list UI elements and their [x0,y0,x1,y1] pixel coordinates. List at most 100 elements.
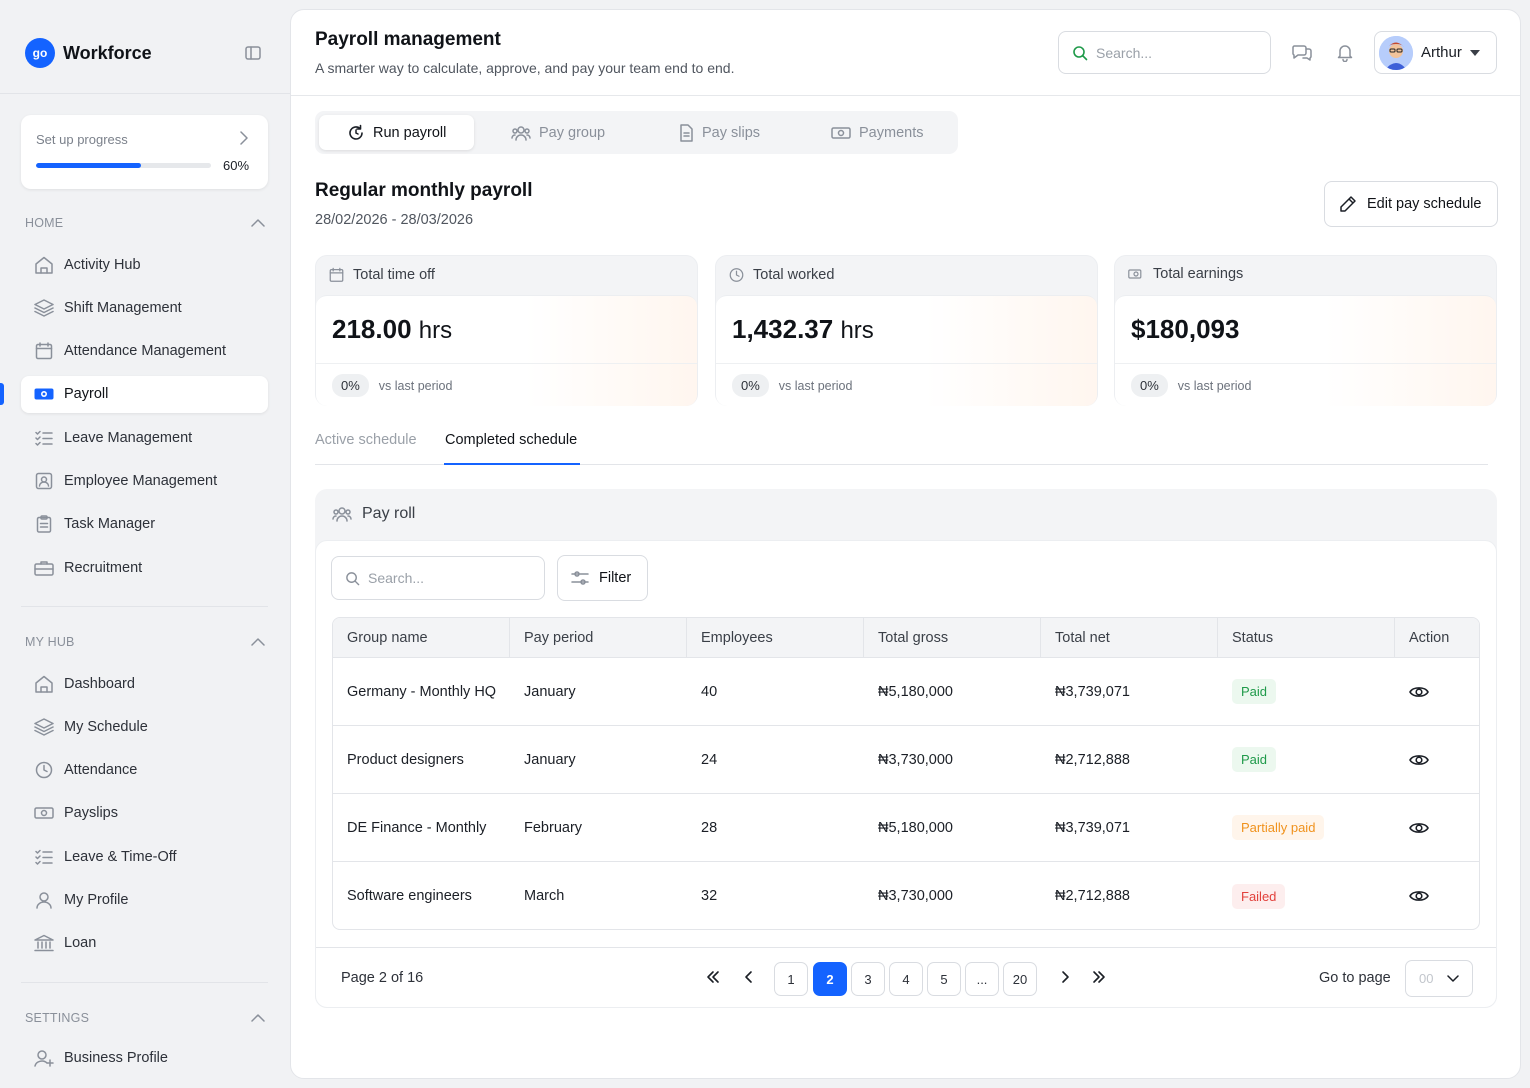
tab-label: Pay slips [702,124,761,141]
cell-group: Germany - Monthly HQ [347,683,497,700]
progress-label: Set up progress [36,132,128,147]
edit-pay-schedule-button[interactable]: Edit pay schedule [1324,181,1498,227]
sidebar-item-attendance-management[interactable]: Attendance Management [21,333,268,370]
user-menu-button[interactable]: Arthur [1374,31,1497,74]
page-button[interactable]: 20 [1003,962,1037,996]
chat-icon[interactable] [1291,42,1313,62]
tab-pay-slips[interactable]: Pay slips [678,115,760,150]
sidebar-divider [21,982,268,983]
page-button[interactable]: 4 [889,962,923,996]
schedule-title: Regular monthly payroll [315,180,533,201]
cell-action [1395,794,1479,861]
filter-button[interactable]: Filter [557,555,648,601]
sidebar-item-payslips[interactable]: Payslips [21,795,268,832]
user-icon [34,891,54,909]
header-divider [291,95,1520,96]
clock-icon [729,266,744,284]
table-search-input[interactable]: Search... [331,556,545,600]
sidebar-item-my-profile[interactable]: My Profile [21,882,268,919]
cell-period: January [524,683,576,700]
global-search-input[interactable]: Search... [1058,31,1271,74]
sidebar-item-label: Leave Management [64,429,193,446]
tab-active-schedule[interactable]: Active schedule [315,432,417,448]
search-icon [345,571,360,586]
sidebar-item-attendance[interactable]: Attendance [21,752,268,789]
sidebar-item-leave-time-off[interactable]: Leave & Time-Off [21,838,268,875]
stat-label: Total earnings [1153,266,1244,282]
first-page-icon[interactable] [706,970,720,984]
column-header: Employees [687,618,864,657]
change-badge: 0% [332,374,369,397]
cell-period: March [524,888,565,904]
sidebar-item-task-manager[interactable]: Task Manager [21,506,268,543]
table-row[interactable]: Software engineers March 32 ₦3,730,000 ₦2,71… [333,862,1479,929]
go-to-page-select[interactable]: 00 [1405,960,1473,997]
sidebar-item-recruitment[interactable]: Recruitment [21,549,268,586]
chevron-right-icon [239,131,249,145]
tab-pay-group[interactable]: Pay group [511,115,605,150]
button-label: Edit pay schedule [1367,196,1482,212]
tab-completed-schedule[interactable]: Completed schedule [445,432,577,448]
sidebar-item-label: Business Profile [64,1049,168,1066]
comparison-label: vs last period [778,378,853,393]
page-title: Payroll management [315,29,501,50]
stat-number: 218.00 [332,314,412,344]
search-placeholder: Search... [1096,44,1153,61]
sidebar-item-leave-management[interactable]: Leave Management [21,419,268,456]
sidebar-item-label: Employee Management [64,473,218,489]
sidebar-item-my-schedule[interactable]: My Schedule [21,708,268,745]
cell-gross: ₦5,180,000 [878,683,953,700]
app-name: Workforce [63,42,152,63]
cell-group: Product designers [347,751,464,768]
page-button[interactable]: 2 [813,962,847,996]
table-row[interactable]: DE Finance - Monthly February 28 ₦5,180,000… [333,794,1479,862]
bell-icon[interactable] [1335,42,1355,62]
last-page-icon[interactable] [1092,970,1106,984]
section-home[interactable]: HOME [25,216,265,230]
stat-body: 1,432.37 hrs 0% vs last period [716,295,1097,406]
page-info: Page 2 of 16 [341,970,424,986]
view-eye-icon[interactable] [1409,821,1429,835]
change-badge: 0% [1131,374,1168,397]
cell-action [1395,658,1479,725]
cell-period: January [524,751,576,768]
table-row[interactable]: Product designers January 24 ₦3,730,000 ₦2,7… [333,726,1479,794]
view-eye-icon[interactable] [1409,889,1429,903]
id-card-icon [34,472,54,490]
prev-page-icon[interactable] [744,970,754,984]
table-row[interactable]: Germany - Monthly HQ January 40 ₦5,180,000 ₦… [333,658,1479,726]
sidebar-item-payroll[interactable]: Payroll [21,375,268,413]
page-button[interactable]: 3 [851,962,885,996]
section-settings[interactable]: SETTINGS [25,1011,265,1025]
active-tab-underline [444,463,580,465]
sidebar-item-activity-hub[interactable]: Activity Hub [21,246,268,283]
sidebar-item-loan[interactable]: Loan [21,925,268,962]
section-my-hub[interactable]: MY HUB [25,635,265,649]
setup-progress-card[interactable]: Set up progress 60% [21,115,268,189]
sidebar-item-label: My Schedule [64,718,148,735]
tab-payments[interactable]: Payments [831,115,923,150]
column-header: Total net [1041,618,1218,657]
stat-header: Total earnings [1128,266,1243,282]
page-button[interactable]: 1 [774,962,808,996]
next-page-icon[interactable] [1060,970,1070,984]
sidebar-item-shift-management[interactable]: Shift Management [21,289,268,326]
cell-net: ₦3,739,071 [1055,819,1130,836]
tab-label: Payments [859,124,924,141]
view-eye-icon[interactable] [1409,753,1429,767]
sidebar-toggle-icon[interactable] [245,46,261,60]
sidebar-item-business-profile[interactable]: Business Profile [21,1039,268,1076]
payroll-table-container: Search... Filter Group name Pay period Emp… [315,540,1497,1008]
stat-body: 218.00 hrs 0% vs last period [316,295,697,406]
brand[interactable]: go Workforce [25,38,152,68]
status-badge: Partially paid [1232,815,1325,840]
page-button[interactable]: 5 [927,962,961,996]
stat-unit: hrs [418,317,453,344]
sidebar-item-employee-management[interactable]: Employee Management [21,463,268,500]
sidebar-item-dashboard[interactable]: Dashboard [21,665,268,702]
view-eye-icon[interactable] [1409,685,1429,699]
sidebar-item-label: Dashboard [64,675,135,692]
tab-run-payroll[interactable]: Run payroll [319,115,475,150]
page-subtitle: A smarter way to calculate, approve, and… [315,60,735,76]
calendar-icon [34,342,54,360]
